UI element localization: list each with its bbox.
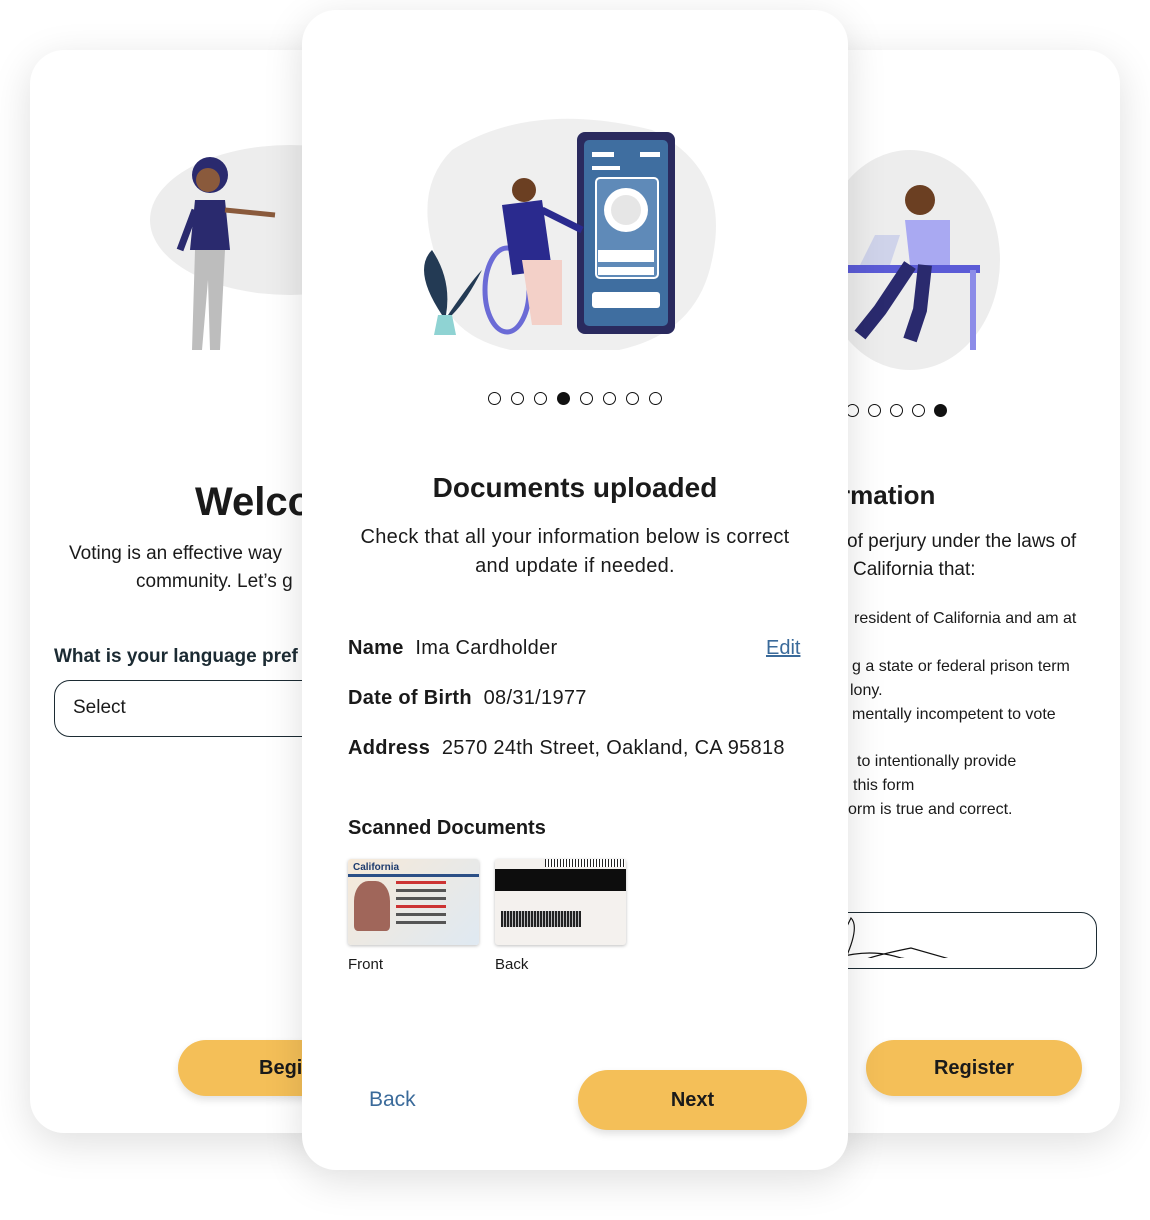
subtitle-line1: Check that all your information below is… <box>360 526 790 548</box>
documents-card: Documents uploaded Check that all your i… <box>302 10 848 1170</box>
welcome-title: Welco <box>195 480 313 524</box>
name-value: Ima Cardholder <box>415 637 558 659</box>
oath-line: of perjury under the laws of <box>847 531 1077 552</box>
carousel-dot-active[interactable] <box>557 392 570 405</box>
confirmation-title: rmation <box>840 480 936 510</box>
subtitle-line2: and update if needed. <box>475 555 675 577</box>
id-photo <box>354 881 390 931</box>
carousel-dot[interactable] <box>890 404 903 417</box>
carousel-dot-active[interactable] <box>934 404 947 417</box>
next-button[interactable]: Next <box>578 1070 807 1130</box>
id-back-thumbnail[interactable] <box>495 859 626 945</box>
carousel-dot[interactable] <box>534 392 547 405</box>
dob-value: 08/31/1977 <box>483 687 587 709</box>
dob-label: Date of Birth <box>348 687 472 709</box>
address-value: 2570 24th Street, Oakland, CA 95818 <box>441 737 785 759</box>
carousel-dot[interactable] <box>868 404 881 417</box>
id-state-text: California <box>353 862 400 873</box>
oath-line: mentally incompetent to vote <box>852 706 1056 723</box>
address-label: Address <box>348 737 431 759</box>
page-title: Documents uploaded <box>432 472 718 503</box>
carousel-dot[interactable] <box>626 392 639 405</box>
welcome-body-line2: community. Let’s g <box>136 571 293 592</box>
edit-link[interactable]: Edit <box>766 637 800 660</box>
language-question: What is your language pref <box>54 646 298 667</box>
carousel-dots <box>488 392 662 405</box>
name-row: Name Ima Cardholder <box>348 637 557 660</box>
register-button[interactable]: Register <box>866 1040 1082 1096</box>
address-row: Address 2570 24th Street, Oakland, CA 95… <box>348 737 785 760</box>
oath-line: lony. <box>850 682 883 699</box>
scanned-documents-title: Scanned Documents <box>348 817 546 839</box>
carousel-dot[interactable] <box>912 404 925 417</box>
id-front-thumbnail[interactable]: California <box>348 859 479 945</box>
carousel-dots <box>846 404 947 417</box>
confirmation-card: rmation of perjury under the laws of Cal… <box>800 50 1120 1133</box>
documents-illustration <box>424 118 716 350</box>
oath-line: to intentionally provide <box>857 753 1017 770</box>
name-label: Name <box>348 637 404 659</box>
back-label: Back <box>495 956 529 973</box>
carousel-dot[interactable] <box>488 392 501 405</box>
oath-line: resident of California and am at <box>854 610 1077 627</box>
oath-line: California that: <box>853 559 976 580</box>
front-label: Front <box>348 956 384 973</box>
oath-line: g a state or federal prison term <box>852 658 1070 675</box>
dob-row: Date of Birth 08/31/1977 <box>348 687 587 710</box>
back-button[interactable]: Back <box>369 1088 416 1112</box>
oath-line: orm is true and correct. <box>848 801 1013 818</box>
carousel-dot[interactable] <box>511 392 524 405</box>
carousel-dot[interactable] <box>580 392 593 405</box>
oath-line: this form <box>853 777 915 794</box>
carousel-dot[interactable] <box>603 392 616 405</box>
carousel-dot[interactable] <box>649 392 662 405</box>
welcome-body-line1: Voting is an effective way <box>69 543 282 564</box>
language-select-value: Select <box>73 697 126 718</box>
